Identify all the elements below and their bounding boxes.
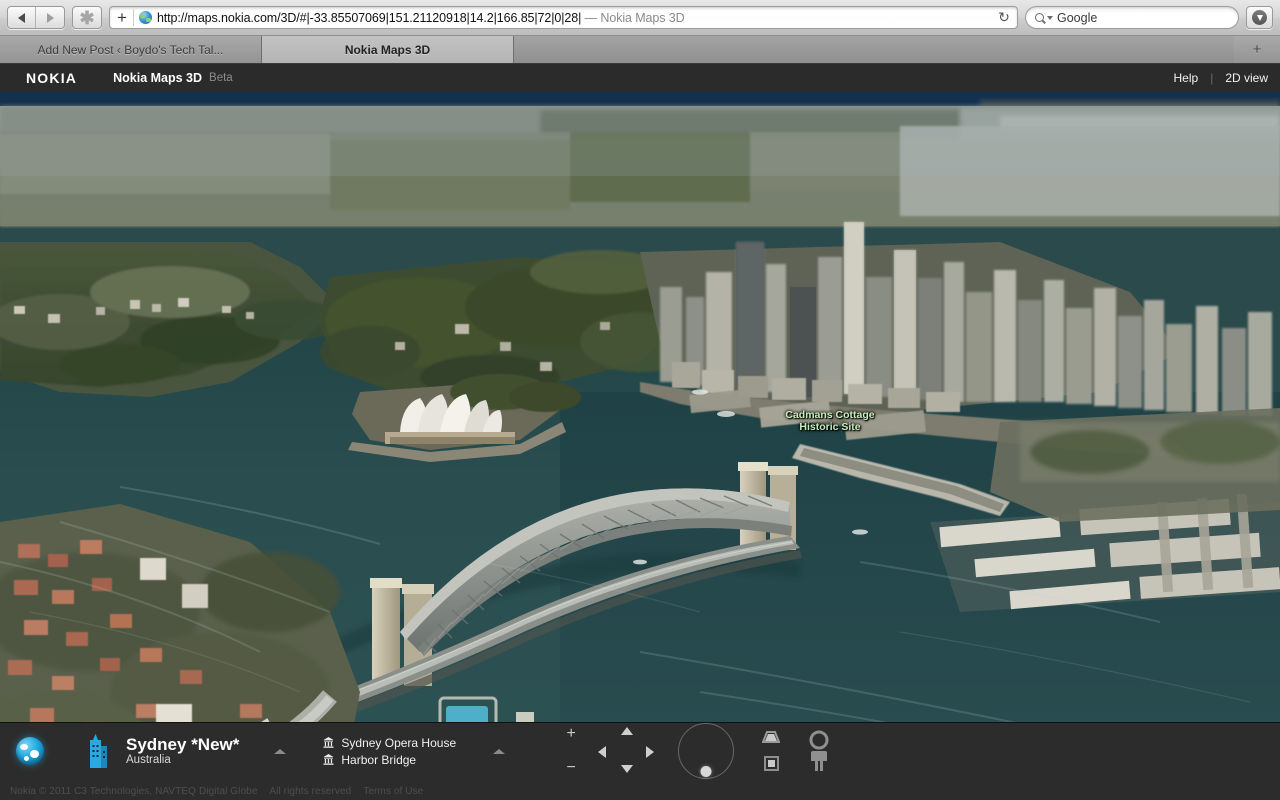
forward-button[interactable] bbox=[36, 7, 64, 28]
help-link[interactable]: Help bbox=[1174, 71, 1199, 85]
tilt-wheel[interactable] bbox=[678, 723, 735, 779]
street-level-pegman[interactable] bbox=[804, 730, 834, 772]
landmark-collapse-toggle[interactable] bbox=[490, 744, 508, 758]
current-place: Sydney *New* Australia bbox=[126, 735, 239, 767]
nokia-logo: NOKIA bbox=[26, 70, 78, 86]
asterisk-icon: ✱ bbox=[79, 7, 95, 28]
downloads-button[interactable] bbox=[1246, 6, 1273, 29]
view-mode-controls bbox=[761, 731, 781, 771]
monument-icon bbox=[323, 737, 334, 748]
app-title: Nokia Maps 3D bbox=[113, 71, 203, 85]
copyright-rights: All rights reserved bbox=[269, 786, 352, 797]
monument-icon bbox=[323, 754, 334, 765]
site-favicon bbox=[138, 11, 152, 24]
zoom-controls: + − bbox=[554, 726, 588, 776]
tilt-handle[interactable] bbox=[700, 766, 712, 777]
tab-add-new-post[interactable]: Add New Post ‹ Boydo's Tech Tal... bbox=[0, 36, 262, 63]
browser-toolbar: ✱ + http://maps.nokia.com/3D/#|-33.85507… bbox=[0, 0, 1280, 36]
address-bar[interactable]: + http://maps.nokia.com/3D/#|-33.8550706… bbox=[109, 6, 1018, 29]
add-bookmark-button[interactable]: + bbox=[114, 9, 134, 26]
copyright-main: Nokia © 2011 C3 Technologies, NAVTEQ Dig… bbox=[10, 786, 258, 797]
back-button[interactable] bbox=[8, 7, 36, 28]
header-actions: Help | 2D view bbox=[1174, 71, 1269, 85]
map-copyright: Nokia © 2011 C3 Technologies, NAVTEQ Dig… bbox=[10, 786, 423, 797]
place-collapse-toggle[interactable] bbox=[271, 744, 289, 758]
aerial-3d-map[interactable] bbox=[0, 92, 1280, 800]
bookmarks-button[interactable]: ✱ bbox=[72, 6, 102, 29]
nav-buttons bbox=[7, 6, 65, 29]
map-navigation-controls: + − bbox=[554, 723, 834, 779]
landmark-name: Sydney Opera House bbox=[341, 735, 457, 750]
pan-dpad bbox=[588, 725, 664, 777]
zoom-out-button[interactable]: − bbox=[566, 760, 575, 776]
beta-badge: Beta bbox=[209, 72, 233, 84]
chevron-down-icon bbox=[1047, 15, 1053, 20]
header-separator: | bbox=[1210, 71, 1214, 85]
new-tab-button[interactable]: + bbox=[1234, 36, 1280, 63]
zoom-in-button[interactable]: + bbox=[566, 726, 575, 742]
landmark-list: Sydney Opera House Harbor Bridge bbox=[323, 734, 456, 768]
view-topdown-button[interactable] bbox=[763, 756, 779, 771]
url-text: http://maps.nokia.com/3D/#|-33.85507069|… bbox=[156, 10, 685, 25]
map-viewport[interactable]: Cadmans Cottage Historic Site bbox=[0, 92, 1280, 800]
view-toggle-2d[interactable]: 2D view bbox=[1225, 71, 1268, 85]
search-icon bbox=[1035, 13, 1044, 22]
pan-left-button[interactable] bbox=[598, 746, 607, 758]
tab-bar: Add New Post ‹ Boydo's Tech Tal... Nokia… bbox=[0, 36, 1280, 64]
bottom-control-bar: Sydney *New* Australia Sydney Opera Hous… bbox=[0, 722, 1280, 800]
place-name: Sydney *New* bbox=[126, 735, 240, 754]
reload-icon[interactable]: ↻ bbox=[995, 9, 1013, 27]
app-header: NOKIA Nokia Maps 3D Beta Help | 2D view bbox=[0, 64, 1280, 92]
browser-window: ✱ + http://maps.nokia.com/3D/#|-33.85507… bbox=[0, 0, 1280, 800]
search-engine-label: Google bbox=[1057, 10, 1098, 25]
place-country: Australia bbox=[126, 754, 171, 766]
download-icon bbox=[1252, 10, 1267, 25]
pan-down-button[interactable] bbox=[621, 765, 634, 773]
city-buildings-icon bbox=[86, 734, 108, 768]
pan-right-button[interactable] bbox=[646, 746, 655, 758]
globe-icon[interactable] bbox=[16, 737, 44, 765]
list-item[interactable]: Harbor Bridge bbox=[323, 751, 456, 768]
view-perspective-button[interactable] bbox=[761, 731, 781, 744]
pan-up-button[interactable] bbox=[621, 727, 634, 735]
terms-of-use-link[interactable]: Terms of Use bbox=[363, 786, 423, 797]
search-input[interactable]: Google bbox=[1025, 6, 1239, 29]
landmark-name: Harbor Bridge bbox=[341, 752, 417, 767]
list-item[interactable]: Sydney Opera House bbox=[323, 734, 456, 751]
tab-nokia-maps-3d[interactable]: Nokia Maps 3D bbox=[262, 36, 514, 63]
tab-bar-filler bbox=[514, 36, 1234, 63]
